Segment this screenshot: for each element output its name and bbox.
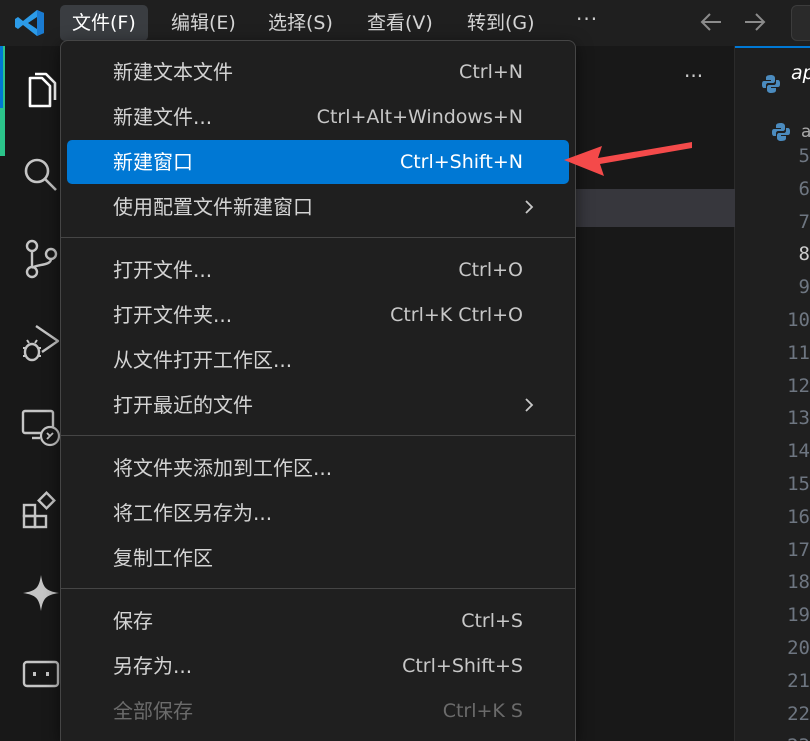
remote-explorer-icon[interactable]	[20, 406, 62, 448]
line-number: 10	[787, 309, 810, 331]
menu-item-open-folder[interactable]: 打开文件夹... Ctrl+K Ctrl+O	[67, 293, 569, 337]
menu-file[interactable]: 文件(F)	[60, 5, 148, 41]
menu-item-label: 将文件夹添加到工作区...	[113, 456, 333, 480]
menu-edit[interactable]: 编辑(E)	[159, 5, 248, 41]
sidebar-selected-row[interactable]	[575, 189, 735, 227]
vscode-logo-icon	[15, 10, 44, 36]
editor-tab-bar: ap	[735, 46, 810, 106]
menu-item-save[interactable]: 保存 Ctrl+S	[67, 599, 569, 643]
more-menus-icon[interactable]: ···	[576, 7, 598, 31]
breadcrumb-python-icon	[772, 123, 790, 141]
sidebar-more-actions-icon[interactable]: ···	[684, 64, 703, 88]
menu-item-label: 复制工作区	[113, 546, 213, 570]
line-number: 12	[787, 374, 810, 397]
menu-item-label: 另存为...	[113, 654, 193, 678]
menu-item-label: 新建文本文件	[113, 60, 233, 84]
chevron-right-icon	[525, 200, 534, 214]
line-number: 5	[798, 145, 810, 167]
menu-item-shortcut: Ctrl+S	[461, 610, 523, 632]
menu-item-shortcut: Ctrl+O	[458, 259, 523, 281]
line-number: 23	[739, 735, 810, 741]
line-number: 8	[798, 243, 810, 266]
menu-separator	[61, 237, 575, 238]
line-number: 20	[787, 637, 810, 659]
menu-item-label: 保存	[113, 609, 153, 633]
menu-item-label: 新建文件...	[113, 105, 213, 129]
search-icon[interactable]	[20, 154, 62, 196]
chevron-right-icon	[525, 398, 534, 412]
menu-item-shortcut: Ctrl+K Ctrl+O	[390, 304, 523, 326]
menu-item-new-text-file[interactable]: 新建文本文件 Ctrl+N	[67, 50, 569, 94]
breadcrumb[interactable]: a	[801, 122, 810, 142]
menu-item-shortcut: Ctrl+K S	[442, 700, 523, 722]
menu-item-save-all: 全部保存 Ctrl+K S	[67, 689, 569, 733]
menu-item-shortcut: Ctrl+N	[459, 61, 523, 83]
editor-area: ap a 5 6 7 8 9 10 11 12 13 14 15 16 17 18 19 20 21 22 23	[735, 46, 810, 741]
menu-item-label: 将工作区另存为...	[113, 501, 273, 525]
arrow-left-icon[interactable]	[698, 10, 724, 34]
menu-separator	[61, 435, 575, 436]
python-file-icon	[762, 75, 780, 93]
menu-item-open-workspace-from-file[interactable]: 从文件打开工作区...	[67, 338, 569, 382]
menu-separator	[61, 588, 575, 589]
chat-icon[interactable]	[20, 654, 62, 696]
menu-item-label: 全部保存	[113, 699, 193, 723]
menu-item-new-window[interactable]: 新建窗口 Ctrl+Shift+N	[67, 140, 569, 184]
menu-item-shortcut: Ctrl+Alt+Windows+N	[316, 106, 523, 128]
annotation-arrow-icon	[564, 142, 692, 176]
menu-selection[interactable]: 选择(S)	[256, 5, 345, 41]
source-control-icon[interactable]	[20, 238, 62, 280]
menu-item-new-file[interactable]: 新建文件... Ctrl+Alt+Windows+N	[67, 95, 569, 139]
menu-view[interactable]: 查看(V)	[355, 5, 445, 41]
menu-item-label: 新建窗口	[113, 150, 193, 174]
explorer-icon[interactable]	[20, 70, 62, 112]
line-number: 14	[787, 440, 810, 463]
menu-item-label: 从文件打开工作区...	[113, 348, 293, 372]
line-number: 6	[798, 177, 810, 200]
menu-item-open-file[interactable]: 打开文件... Ctrl+O	[67, 248, 569, 292]
menu-item-duplicate-workspace[interactable]: 复制工作区	[67, 536, 569, 580]
editor-tab-label: ap	[791, 62, 810, 84]
extensions-icon[interactable]	[20, 490, 62, 532]
line-number: 11	[787, 341, 810, 364]
line-number: 9	[798, 276, 810, 299]
menu-go[interactable]: 转到(G)	[455, 5, 547, 41]
arrow-right-icon[interactable]	[742, 10, 768, 34]
active-view-indicator	[0, 46, 3, 108]
menu-item-label: 使用配置文件新建窗口	[113, 195, 313, 219]
line-number: 13	[787, 407, 810, 430]
line-number: 7	[798, 210, 810, 233]
menu-item-add-folder-to-workspace[interactable]: 将文件夹添加到工作区...	[67, 446, 569, 490]
line-number: 19	[787, 604, 810, 627]
line-number: 17	[787, 538, 810, 561]
line-number: 18	[787, 571, 810, 594]
line-number: 22	[787, 702, 810, 725]
command-center[interactable]	[791, 5, 810, 41]
run-debug-icon[interactable]	[20, 322, 62, 364]
menu-item-label: 打开文件夹...	[113, 303, 233, 327]
menu-item-open-recent[interactable]: 打开最近的文件	[67, 383, 569, 427]
file-menu-dropdown: 新建文本文件 Ctrl+N 新建文件... Ctrl+Alt+Windows+N 新建窗…	[60, 40, 576, 741]
menu-item-shortcut: Ctrl+Shift+N	[399, 151, 523, 173]
menu-item-label: 打开最近的文件	[113, 393, 253, 417]
editor-tab[interactable]: ap	[735, 46, 810, 106]
menu-item-label: 打开文件...	[113, 258, 213, 282]
line-number: 15	[787, 473, 810, 495]
menu-item-shortcut: Ctrl+Shift+S	[402, 655, 523, 677]
copilot-icon[interactable]	[20, 572, 62, 614]
menu-item-new-window-with-profile[interactable]: 使用配置文件新建窗口	[67, 185, 569, 229]
line-number: 16	[787, 505, 810, 528]
line-number: 21	[787, 669, 810, 692]
menu-item-save-workspace-as[interactable]: 将工作区另存为...	[67, 491, 569, 535]
menu-item-save-as[interactable]: 另存为... Ctrl+Shift+S	[67, 644, 569, 688]
